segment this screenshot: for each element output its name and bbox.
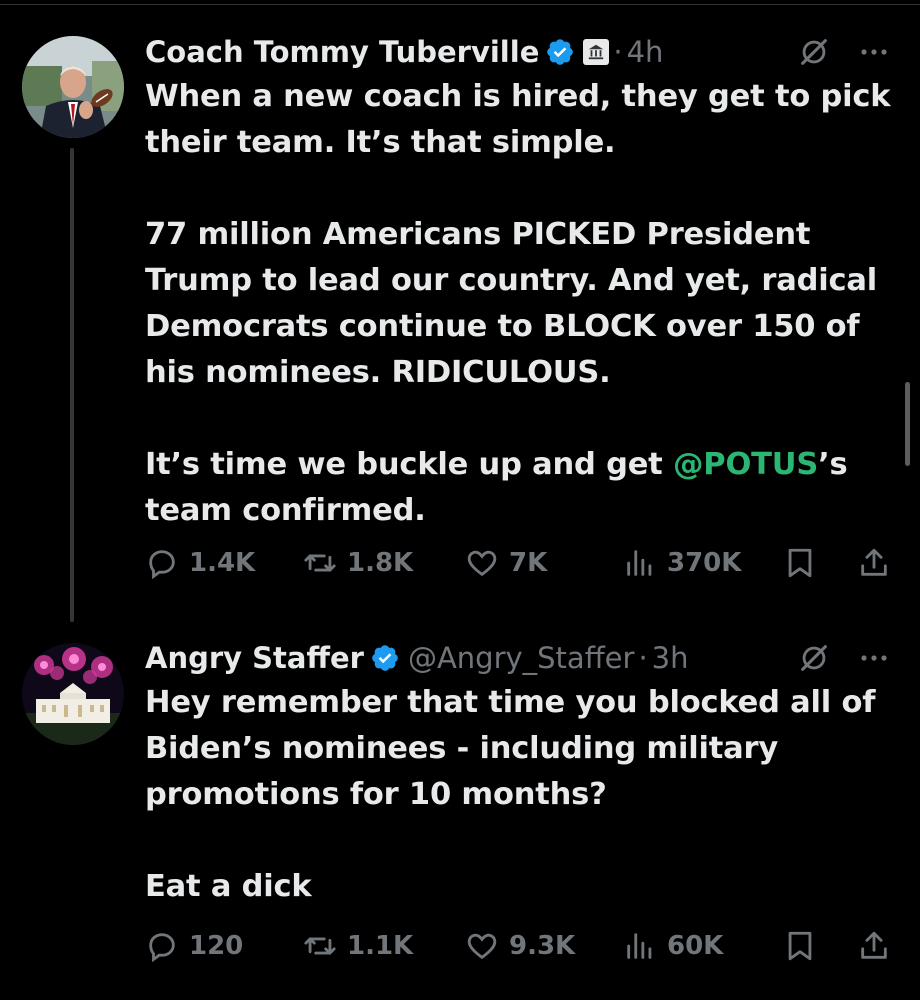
tweet-line: promotions for 10 months? (145, 777, 607, 812)
like-button[interactable]: 7K (465, 541, 547, 585)
like-count: 7K (509, 548, 548, 578)
tweet-2[interactable]: Angry Staffer @Angry_Staffer · 3h Hey re… (145, 636, 905, 910)
repost-icon (304, 554, 336, 572)
repost-count: 1.8K (347, 548, 414, 578)
tweet-line: Trump to lead our country. And yet, radi… (145, 263, 878, 298)
tweet-2-actions: 120 1.1K 9.3K 60K (145, 924, 905, 968)
repost-button[interactable]: 1.1K (303, 924, 413, 968)
bookmark-button[interactable] (783, 924, 817, 968)
views-icon (627, 550, 652, 576)
timestamp[interactable]: 3h (652, 641, 689, 675)
views-button[interactable]: 60K (623, 924, 723, 968)
tweet-line: Biden’s nominees - including military (145, 731, 779, 766)
reply-icon (149, 933, 175, 963)
avatar[interactable] (22, 643, 124, 745)
share-button[interactable] (857, 541, 891, 585)
tweet-line-text: ’s (818, 447, 848, 482)
bookmark-icon (788, 931, 812, 961)
share-icon (861, 931, 887, 959)
like-icon (467, 933, 497, 960)
tweet-line: Hey remember that time you blocked all o… (145, 685, 876, 720)
views-button[interactable]: 370K (623, 541, 741, 585)
share-icon (861, 548, 887, 576)
tweet-text: When a new coach is hired, they get to p… (145, 74, 905, 534)
views-count: 370K (667, 548, 742, 578)
verified-badge-icon[interactable] (370, 643, 400, 673)
bookmark-icon (788, 548, 812, 578)
tweet-line: team confirmed. (145, 493, 426, 528)
tweet-1-actions: 1.4K 1.8K 7K 370K (145, 541, 905, 585)
bookmark-button[interactable] (783, 541, 817, 585)
reply-count: 1.4K (189, 548, 256, 578)
tweet-line-text: It’s time we buckle up and get (145, 447, 673, 482)
mention-link[interactable]: @POTUS (673, 447, 818, 482)
tweet-line: Democrats continue to BLOCK over 150 of (145, 309, 860, 344)
avatar-image (22, 36, 124, 138)
grok-icon[interactable] (797, 35, 831, 69)
share-button[interactable] (857, 924, 891, 968)
like-button[interactable]: 9.3K (465, 924, 575, 968)
tweet-1[interactable]: Coach Tommy Tuberville · 4h When a new c… (145, 30, 905, 534)
scrollbar[interactable] (905, 382, 910, 466)
avatar[interactable] (22, 36, 124, 138)
separator-dot: · (613, 35, 623, 69)
more-icon[interactable] (857, 644, 891, 672)
government-affiliation-icon[interactable] (583, 39, 610, 65)
views-count: 60K (667, 931, 724, 961)
tweet-line: It’s time we buckle up and get @POTUS’s (145, 442, 905, 488)
separator-dot: · (638, 641, 648, 675)
reply-button[interactable]: 120 (145, 924, 243, 968)
reply-icon (149, 550, 175, 580)
reply-button[interactable]: 1.4K (145, 541, 255, 585)
thread-connector (70, 148, 74, 622)
tweet-line: his nominees. RIDICULOUS. (145, 355, 611, 390)
reply-count: 120 (189, 931, 244, 961)
like-icon (467, 550, 497, 577)
tweet-line: Eat a dick (145, 869, 312, 904)
verified-badge-icon[interactable] (545, 37, 575, 67)
more-icon[interactable] (857, 38, 891, 66)
timestamp[interactable]: 4h (627, 35, 664, 69)
author-handle[interactable]: @Angry_Staffer (408, 641, 635, 675)
views-icon (627, 933, 652, 959)
tweet-line: their team. It’s that simple. (145, 125, 616, 160)
top-divider (0, 4, 920, 5)
tweet-line: 77 million Americans PICKED President (145, 217, 811, 252)
tweet-header: Coach Tommy Tuberville · 4h (145, 30, 905, 74)
tweet-line: When a new coach is hired, they get to p… (145, 79, 891, 114)
tweet-header: Angry Staffer @Angry_Staffer · 3h (145, 636, 905, 680)
repost-count: 1.1K (347, 931, 414, 961)
grok-icon[interactable] (797, 641, 831, 675)
repost-button[interactable]: 1.8K (303, 541, 413, 585)
repost-icon (304, 937, 336, 955)
tweet-text: Hey remember that time you blocked all o… (145, 680, 905, 910)
author-name[interactable]: Coach Tommy Tuberville (145, 35, 539, 69)
author-name[interactable]: Angry Staffer (145, 641, 364, 675)
avatar-image (22, 643, 124, 745)
like-count: 9.3K (509, 931, 576, 961)
